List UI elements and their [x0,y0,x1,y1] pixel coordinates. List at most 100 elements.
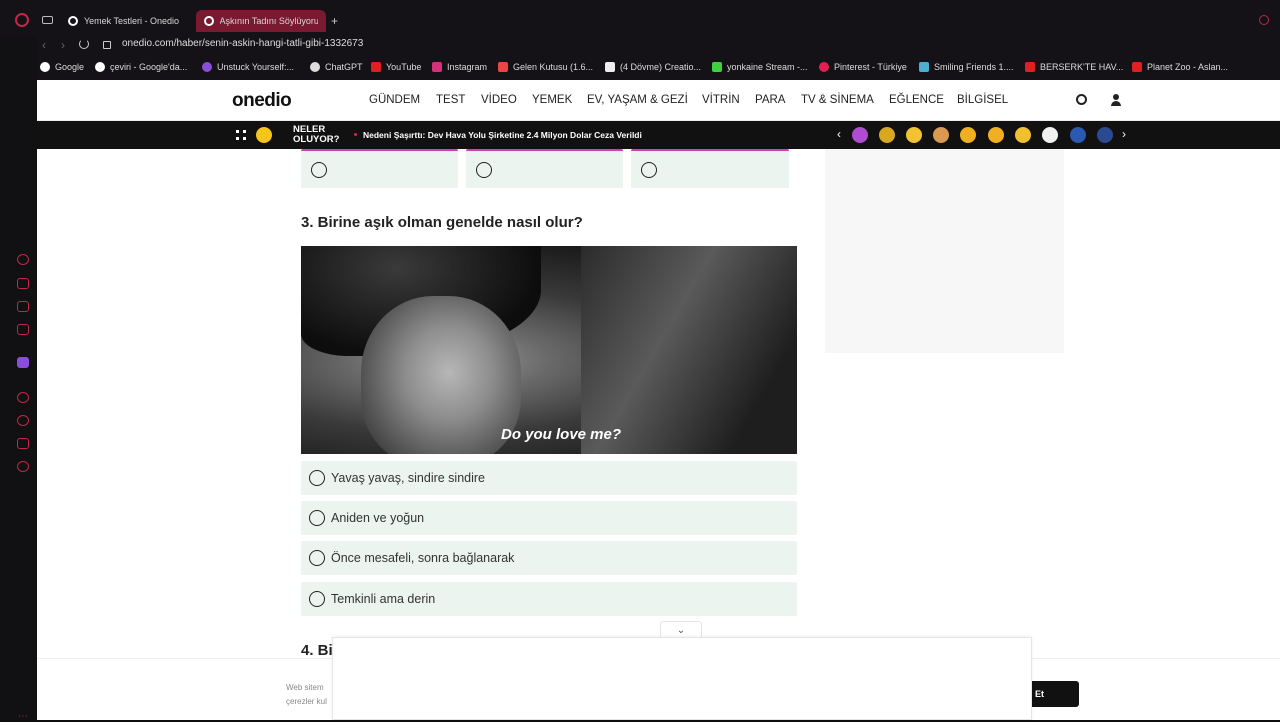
history-icon[interactable] [17,415,29,426]
reaction-crown-icon[interactable] [879,127,895,143]
news-badge-icon [256,127,272,143]
cookie-text-line-1: Web sitem [286,683,324,692]
tab-label: Aşkının Tadını Söylüyoruz! [219,16,318,26]
bookmark-gmail[interactable]: Gelen Kutusu (1.6... [498,62,593,72]
search-tabs-icon[interactable] [1259,15,1269,25]
nav-eglence[interactable]: EĞLENCE [889,94,944,106]
nav-para[interactable]: PARA [755,94,785,106]
answer-option-4-label: Temkinli ama derin [331,592,436,606]
settings-icon[interactable] [17,461,29,472]
reaction-badge-icon[interactable] [1042,127,1058,143]
reaction-glasses-icon[interactable] [906,127,922,143]
tab-askinin-tadini[interactable]: Aşkının Tadını Söylüyoruz! [196,10,326,32]
prev-option-1-radio[interactable] [311,162,327,178]
chatgpt-icon [310,62,320,72]
sidebar-ad-slot [825,149,1064,353]
youtube-icon [1025,62,1035,72]
youtube-icon [371,62,381,72]
pinterest-icon [819,62,829,72]
lock-icon [103,41,111,49]
aria-icon[interactable] [17,254,29,265]
onedio-favicon-icon [204,16,214,26]
ticker-title: NELER OLUYOR? [293,124,340,145]
bookmark-google[interactable]: Google [40,62,84,72]
kick-icon [712,62,722,72]
crypto-wallet-icon[interactable] [17,278,29,289]
address-bar-row: ‹ › onedio.com/haber/senin-askin-hangi-t… [0,36,1280,86]
bookmark-ceviri[interactable]: çeviri - Google'da... [95,62,187,72]
nav-gundem[interactable]: GÜNDEM [369,94,420,106]
nav-vitrin[interactable]: VİTRİN [702,94,740,106]
user-icon[interactable] [1111,94,1121,106]
chevron-left-icon[interactable]: ‹ [837,127,841,141]
nav-tv-sinema[interactable]: TV & SİNEMA [801,94,874,106]
answer-option-2-label: Aniden ve yoğun [331,511,425,525]
chevron-right-icon[interactable]: › [1122,127,1126,141]
answer-option-4-radio[interactable] [309,591,325,607]
reaction-laugh-icon[interactable] [1015,127,1031,143]
more-icon[interactable]: ⋯ [18,711,28,722]
bottom-ad-overlay [332,637,1032,720]
bookmark-chatgpt[interactable]: ChatGPT [310,62,363,72]
bookmark-smiling-friends[interactable]: Smiling Friends 1.... [919,62,1014,72]
answer-option-1-label: Yavaş yavaş, sindire sindire [331,471,486,485]
nav-video[interactable]: VİDEO [481,94,517,106]
answer-option-3-radio[interactable] [309,550,325,566]
web-page: onedio GÜNDEM TEST VİDEO YEMEK EV, YAŞAM… [37,80,1280,720]
google-icon [95,62,105,72]
question-3-image: Do you love me? [301,246,797,454]
browser-tab-bar: Yemek Testleri - Onedio Aşkının Tadını S… [0,0,1280,36]
bookmark-dovme[interactable]: (4 Dövme) Creatio... [605,62,701,72]
site-header: onedio GÜNDEM TEST VİDEO YEMEK EV, YAŞAM… [37,80,1280,121]
url-field[interactable]: onedio.com/haber/senin-askin-hangi-tatli… [122,38,363,49]
instagram-icon [432,62,442,72]
question-3-title: 3. Birine aşık olman genelde nasıl olur? [301,214,583,231]
nav-yemek[interactable]: YEMEK [532,94,572,106]
twitch-icon[interactable] [17,357,29,368]
bookmark-youtube[interactable]: YouTube [371,62,421,72]
image-face [361,296,521,454]
ticker-bullet-icon [354,133,357,136]
reaction-sad-icon[interactable] [988,127,1004,143]
new-tab-button[interactable]: + [331,14,338,28]
tab-overview-icon[interactable] [42,16,53,24]
reaction-heart-eyes-icon[interactable] [960,127,976,143]
reaction-ok-icon[interactable] [1070,127,1086,143]
cookie-accept-button[interactable]: Et [1027,681,1079,707]
nav-bilgisel[interactable]: BİLGİSEL [957,94,1008,106]
nav-ev-yasam-gezi[interactable]: EV, YAŞAM & GEZİ [587,94,688,106]
ticker-headline[interactable]: Nedeni Şaşırttı: Dev Hava Yolu Şirketine… [363,130,642,140]
reload-icon[interactable] [79,39,89,49]
nav-test[interactable]: TEST [436,94,465,106]
bookmark-pinterest[interactable]: Pinterest - Türkiye [819,62,907,72]
answer-option-2-radio[interactable] [309,510,325,526]
messenger-icon[interactable] [17,301,29,312]
bookmark-unstuck[interactable]: Unstuck Yourself:... [202,62,294,72]
back-icon[interactable]: ‹ [42,38,46,52]
bookmark-instagram[interactable]: Instagram [432,62,487,72]
answer-option-1-radio[interactable] [309,470,325,486]
prev-option-3-radio[interactable] [641,162,657,178]
grid-menu-icon[interactable] [236,130,246,140]
search-icon[interactable] [1076,94,1087,105]
opera-logo-icon[interactable] [15,13,29,27]
reaction-party-icon[interactable] [852,127,868,143]
reaction-cookie-icon[interactable] [933,127,949,143]
image-background [581,246,797,454]
bookmark-stream[interactable]: yonkaine Stream -... [712,62,808,72]
onedio-logo[interactable]: onedio [232,90,292,112]
google-icon [40,62,50,72]
smiling-friends-icon [919,62,929,72]
unstuck-icon [202,62,212,72]
youtube-icon [1132,62,1142,72]
bookmark-planet-zoo[interactable]: Planet Zoo - Aslan... [1132,62,1228,72]
pinboard-icon[interactable] [17,438,29,449]
reaction-money-icon[interactable] [1097,127,1113,143]
tab-yemek-testleri[interactable]: Yemek Testleri - Onedio [60,10,190,32]
forward-icon[interactable]: › [61,38,65,52]
prev-option-2-radio[interactable] [476,162,492,178]
calendar-icon[interactable] [17,324,29,335]
bookmark-berserk[interactable]: BERSERK'TE HAV... [1025,62,1123,72]
player-icon[interactable] [17,392,29,403]
browser-sidebar: ⋯ [0,36,37,722]
